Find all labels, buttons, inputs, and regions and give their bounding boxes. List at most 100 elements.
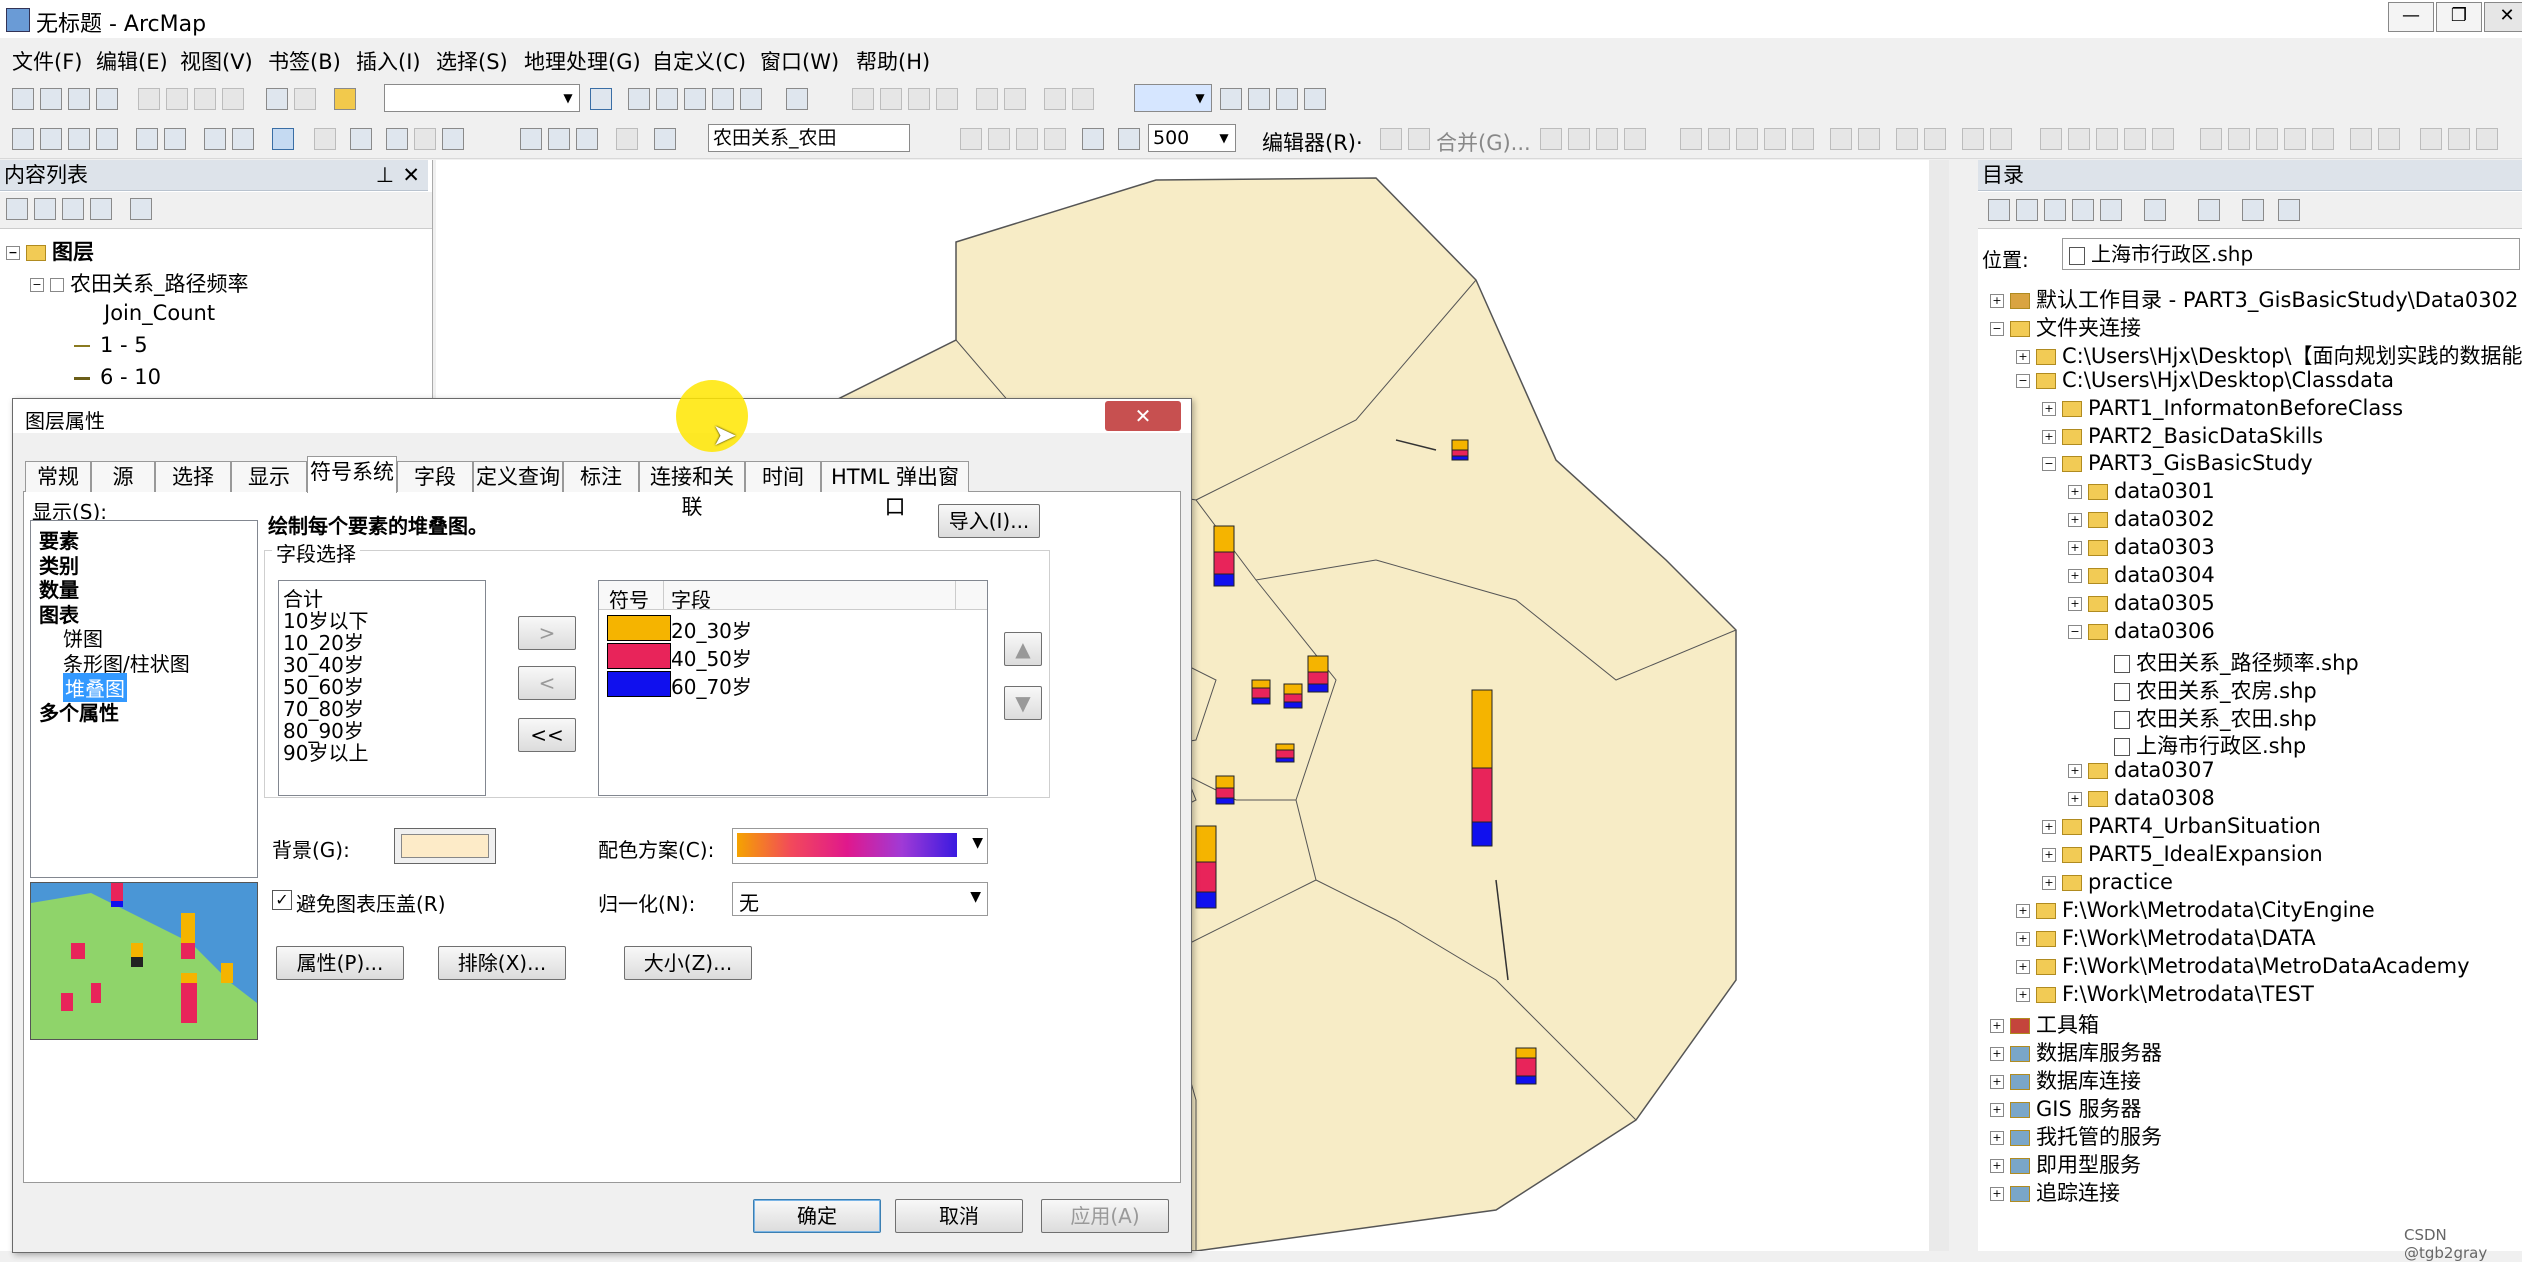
expand-icon[interactable]: +: [1990, 1047, 2004, 1062]
up-one-level-icon[interactable]: [2044, 199, 2066, 221]
remove-all-fields-button[interactable]: <<: [518, 718, 576, 752]
pin-icon[interactable]: ⊥: [376, 160, 394, 190]
collapse-icon[interactable]: −: [2016, 373, 2030, 388]
collapse-icon[interactable]: −: [2068, 624, 2082, 639]
scale-combo[interactable]: ▼: [384, 84, 580, 112]
topology-icon-9[interactable]: [2228, 128, 2250, 150]
catalog-item[interactable]: + 数据库服务器: [1990, 1037, 2162, 1067]
cut-icon[interactable]: [138, 88, 160, 110]
import-button[interactable]: 导入(I)...: [938, 504, 1040, 538]
catalog-item[interactable]: 农田关系_路径频率.shp: [2094, 647, 2359, 677]
catalog-item[interactable]: + data0304: [2068, 563, 2215, 587]
toc-layer[interactable]: − 农田关系_路径频率: [30, 268, 249, 298]
exclude-button[interactable]: 排除(X)...: [438, 946, 566, 980]
paste-icon[interactable]: [194, 88, 216, 110]
topology-icon-4[interactable]: [2068, 128, 2090, 150]
topology-icon-16[interactable]: [2448, 128, 2470, 150]
connect-folder-icon[interactable]: [2198, 199, 2220, 221]
close-panel-icon[interactable]: ✕: [402, 160, 420, 190]
topology-icon-1[interactable]: [1962, 128, 1984, 150]
background-color-button[interactable]: [394, 828, 496, 864]
toggle-contents-icon[interactable]: [2242, 199, 2264, 221]
python-icon[interactable]: [740, 88, 762, 110]
pan-icon[interactable]: [68, 128, 90, 150]
catalog-item[interactable]: − 文件夹连接: [1990, 312, 2141, 342]
list-by-source-icon[interactable]: [34, 198, 56, 220]
arctoolbox-icon[interactable]: [712, 88, 734, 110]
field-column-header[interactable]: 字段: [671, 584, 711, 613]
expand-icon[interactable]: +: [2068, 596, 2082, 611]
layout-icon-3[interactable]: [1276, 88, 1298, 110]
edit-icon-3[interactable]: [1596, 128, 1618, 150]
edit-icon-2[interactable]: [1568, 128, 1590, 150]
expand-icon[interactable]: +: [1990, 1075, 2004, 1090]
catalog-item[interactable]: + data0307: [2068, 758, 2215, 782]
save-icon[interactable]: [68, 88, 90, 110]
menu-view[interactable]: 视图(V): [180, 46, 253, 76]
catalog-item[interactable]: 上海市行政区.shp: [2094, 730, 2306, 760]
topology-icon-7[interactable]: [2152, 128, 2174, 150]
avoid-overlap-checkbox[interactable]: ✓: [272, 890, 292, 910]
catalog-item[interactable]: + PART2_BasicDataSkills: [2042, 424, 2323, 448]
size-button[interactable]: 大小(Z)...: [624, 946, 752, 980]
catalog-item[interactable]: + F:\Work\Metrodata\TEST: [2016, 982, 2314, 1006]
edit-icon-5[interactable]: [1680, 128, 1702, 150]
refresh-icon[interactable]: [1082, 128, 1104, 150]
snapping-icon[interactable]: [1118, 128, 1140, 150]
home-icon[interactable]: [2072, 199, 2094, 221]
topology-icon-3[interactable]: [2040, 128, 2062, 150]
georef-icon-5[interactable]: [976, 88, 998, 110]
tab-8[interactable]: 连接和关联: [639, 461, 745, 519]
forward-icon[interactable]: [2016, 199, 2038, 221]
menu-geoprocessing[interactable]: 地理处理(G): [524, 46, 641, 76]
apply-button[interactable]: 应用(A): [1041, 1199, 1169, 1233]
expand-icon[interactable]: +: [2016, 931, 2030, 946]
delete-icon[interactable]: [222, 88, 244, 110]
zoom-out-icon[interactable]: [40, 128, 62, 150]
time-slider-icon[interactable]: [654, 128, 676, 150]
location-field[interactable]: 上海市行政区.shp: [2062, 238, 2520, 270]
layout-icon-1[interactable]: [1220, 88, 1242, 110]
minimize-button[interactable]: —: [2388, 2, 2434, 32]
expand-icon[interactable]: +: [1990, 1131, 2004, 1145]
catalog-item[interactable]: 农田关系_农田.shp: [2094, 703, 2317, 733]
georef-icon-2[interactable]: [880, 88, 902, 110]
edit-tool-icon[interactable]: [1380, 128, 1402, 150]
catalog-item[interactable]: − C:\Users\Hjx\Desktop\Classdata: [2016, 368, 2394, 392]
find-icon[interactable]: [520, 128, 542, 150]
menu-edit[interactable]: 编辑(E): [96, 46, 168, 76]
catalog-item[interactable]: + GIS 服务器: [1990, 1093, 2141, 1123]
redo-icon[interactable]: [294, 88, 316, 110]
catalog-item[interactable]: + PART4_UrbanSituation: [2042, 814, 2321, 838]
list-by-drawing-order-icon[interactable]: [6, 198, 28, 220]
expand-icon[interactable]: +: [2042, 429, 2056, 444]
expand-icon[interactable]: +: [2042, 820, 2056, 835]
close-window-button[interactable]: ✕: [2484, 2, 2522, 32]
catalog-item[interactable]: + data0303: [2068, 535, 2215, 559]
edit-icon-10[interactable]: [1830, 128, 1852, 150]
layout-icon-4[interactable]: [1304, 88, 1326, 110]
catalog-item[interactable]: + data0308: [2068, 786, 2215, 810]
open-icon[interactable]: [40, 88, 62, 110]
expand-icon[interactable]: +: [1990, 1103, 2004, 1118]
select-elements-icon[interactable]: [350, 128, 372, 150]
effects-icon-4[interactable]: [1044, 128, 1066, 150]
back-icon[interactable]: [1988, 199, 2010, 221]
layers-root[interactable]: − 图层: [6, 236, 94, 266]
tab-5[interactable]: 字段: [397, 461, 473, 492]
catalog-item[interactable]: + 我托管的服务: [1990, 1121, 2162, 1151]
expand-icon[interactable]: +: [1990, 1158, 2004, 1173]
measure-icon[interactable]: [616, 128, 638, 150]
menu-file[interactable]: 文件(F): [12, 46, 82, 76]
georef-icon-8[interactable]: [1072, 88, 1094, 110]
catalog-item[interactable]: + C:\Users\Hjx\Desktop\【面向规划实践的数据能力培: [2016, 340, 2522, 370]
expand-icon[interactable]: +: [2068, 764, 2082, 779]
refresh-catalog-icon[interactable]: [2100, 199, 2122, 221]
expand-icon[interactable]: +: [2016, 959, 2030, 974]
edit-icon-1[interactable]: [1540, 128, 1562, 150]
move-down-button[interactable]: ▼: [1004, 686, 1042, 720]
select-features-icon[interactable]: [272, 128, 294, 150]
catalog-item[interactable]: + F:\Work\Metrodata\DATA: [2016, 926, 2316, 950]
collapse-icon[interactable]: −: [2042, 457, 2056, 472]
catalog-item[interactable]: + 追踪连接: [1990, 1177, 2120, 1207]
